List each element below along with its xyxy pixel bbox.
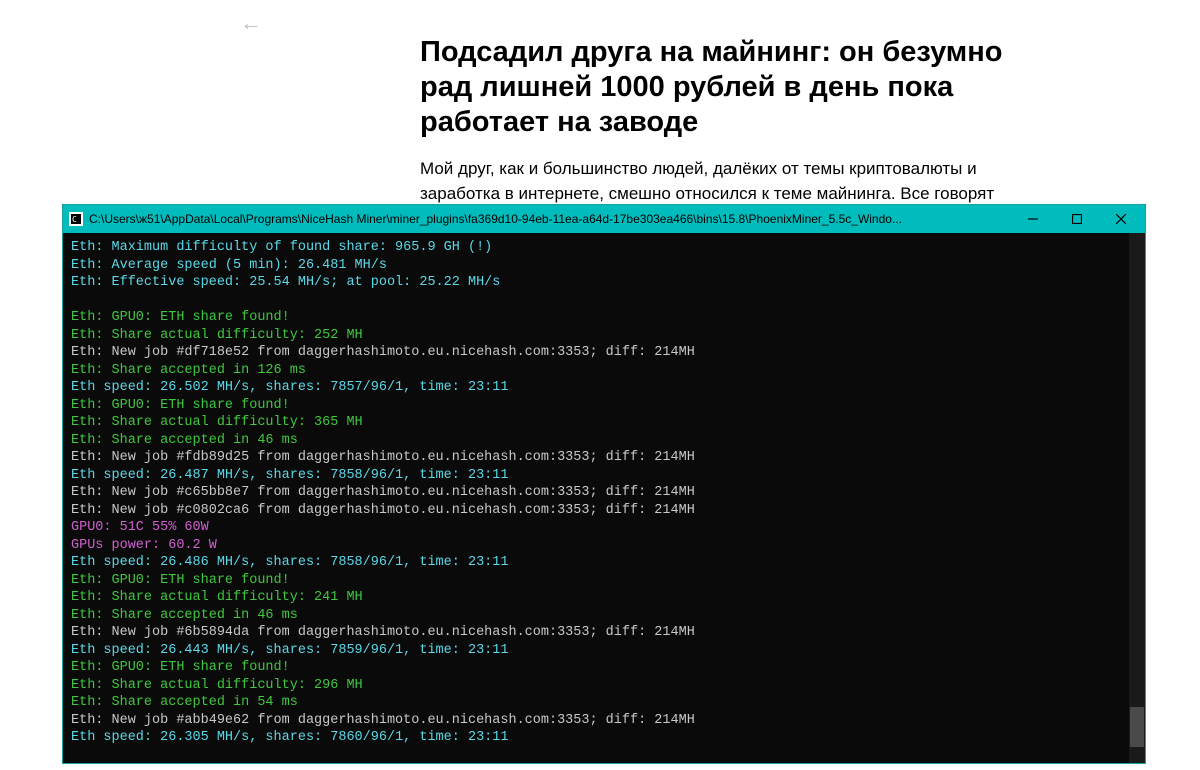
article-lead: Мой друг, как и большинство людей, далёк… [420, 157, 1060, 206]
log-line: Eth speed: 26.305 MH/s, shares: 7860/96/… [71, 729, 1137, 747]
scrollbar-track[interactable] [1129, 233, 1145, 763]
log-line: Eth speed: 26.502 MH/s, shares: 7857/96/… [71, 379, 1137, 397]
log-line: Eth speed: 26.487 MH/s, shares: 7858/96/… [71, 467, 1137, 485]
log-line: Eth: Share accepted in 54 ms [71, 694, 1137, 712]
log-line: Eth speed: 26.486 MH/s, shares: 7858/96/… [71, 554, 1137, 572]
log-line: Eth: Average speed (5 min): 26.481 MH/s [71, 257, 1137, 275]
log-line: Eth speed: 26.443 MH/s, shares: 7859/96/… [71, 642, 1137, 660]
article-title: Подсадил друга на майнинг: он безумно ра… [420, 35, 1060, 139]
log-line: Eth: Share accepted in 46 ms [71, 432, 1137, 450]
window-titlebar[interactable]: C C:\Users\ж51\AppData\Local\Programs\Ni… [63, 205, 1145, 233]
minimize-button[interactable] [1011, 205, 1055, 233]
cmd-icon: C [69, 212, 83, 226]
article-container: Подсадил друга на майнинг: он безумно ра… [420, 35, 1060, 207]
close-button[interactable] [1099, 205, 1143, 233]
log-line: Eth: Share accepted in 46 ms [71, 607, 1137, 625]
svg-text:C: C [72, 215, 77, 224]
log-line: Eth: GPU0: ETH share found! [71, 309, 1137, 327]
log-line: Eth: GPU0: ETH share found! [71, 572, 1137, 590]
log-line: Eth: New job #c65bb8e7 from daggerhashim… [71, 484, 1137, 502]
log-line: Eth: Effective speed: 25.54 MH/s; at poo… [71, 274, 1137, 292]
log-line [71, 292, 1137, 310]
window-title-text: C:\Users\ж51\AppData\Local\Programs\Nice… [89, 212, 1011, 226]
log-line: Eth: New job #c0802ca6 from daggerhashim… [71, 502, 1137, 520]
log-line: Eth: GPU0: ETH share found! [71, 659, 1137, 677]
maximize-button[interactable] [1055, 205, 1099, 233]
back-arrow-icon[interactable]: ← [240, 10, 262, 36]
window-controls [1011, 205, 1143, 233]
terminal-window: C C:\Users\ж51\AppData\Local\Programs\Ni… [62, 204, 1146, 764]
terminal-body[interactable]: Eth: Maximum difficulty of found share: … [63, 233, 1145, 763]
log-line: Eth: New job #fdb89d25 from daggerhashim… [71, 449, 1137, 467]
log-line: Eth: Share actual difficulty: 296 MH [71, 677, 1137, 695]
log-line: GPUs power: 60.2 W [71, 537, 1137, 555]
log-line: GPU0: 51C 55% 60W [71, 519, 1137, 537]
log-line: Eth: New job #abb49e62 from daggerhashim… [71, 712, 1137, 730]
scrollbar-thumb[interactable] [1130, 707, 1144, 747]
log-line: Eth: Share actual difficulty: 252 MH [71, 327, 1137, 345]
log-line: Eth: New job #df718e52 from daggerhashim… [71, 344, 1137, 362]
log-line: Eth: Share actual difficulty: 241 MH [71, 589, 1137, 607]
log-line: Eth: Share actual difficulty: 365 MH [71, 414, 1137, 432]
log-line: Eth: GPU0: ETH share found! [71, 397, 1137, 415]
log-line: Eth: New job #6b5894da from daggerhashim… [71, 624, 1137, 642]
log-line: Eth: Maximum difficulty of found share: … [71, 239, 1137, 257]
log-line: Eth: Share accepted in 126 ms [71, 362, 1137, 380]
